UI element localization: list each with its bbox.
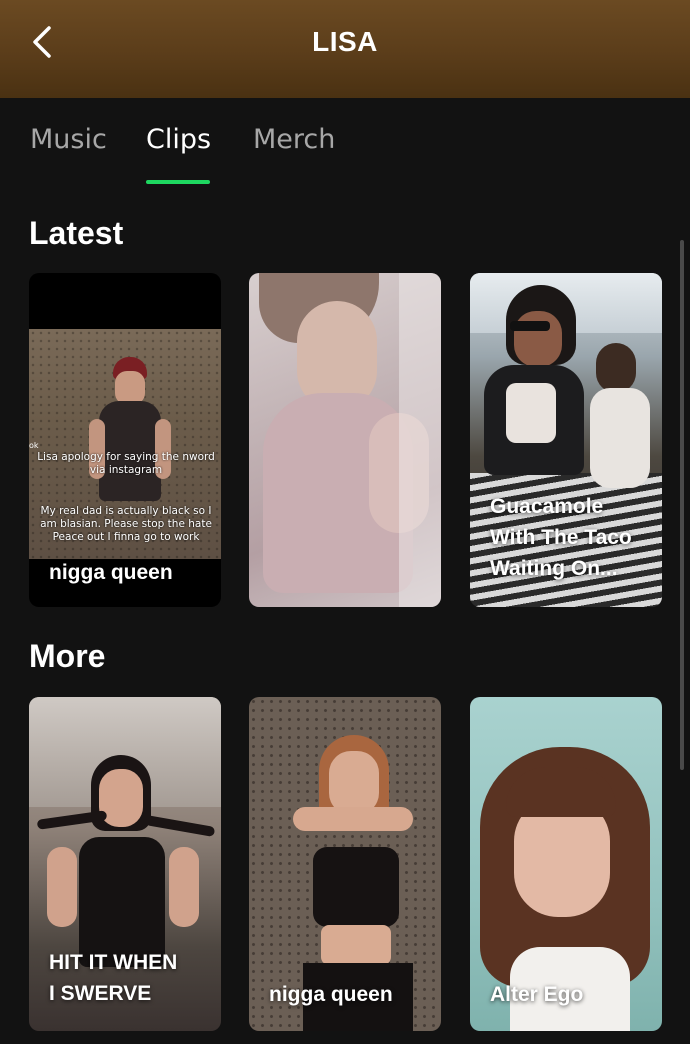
clip-overlay-caption: Lisa apology for saying the nword via in… bbox=[37, 451, 215, 476]
clip-card[interactable]: Guacamole With The Taco Waiting On... bbox=[470, 273, 662, 607]
artist-clips-page: LISA Music Clips Merch Latest Lisa apolo… bbox=[0, 0, 690, 1044]
tab-bar: Music Clips Merch bbox=[0, 98, 690, 198]
clip-thumbnail: Lisa apology for saying the nword via in… bbox=[29, 329, 221, 559]
clip-title: nigga queen bbox=[269, 983, 393, 1006]
clip-card[interactable]: nigga queen bbox=[249, 697, 441, 1031]
clip-card[interactable]: Lisa apology for saying the nword via in… bbox=[29, 273, 221, 607]
active-tab-indicator bbox=[146, 180, 210, 184]
clip-title: Alter Ego bbox=[490, 983, 584, 1006]
clip-overlay-corner-text: ok bbox=[29, 441, 39, 450]
tab-music[interactable]: Music bbox=[30, 124, 107, 155]
clip-title: nigga queen bbox=[49, 561, 173, 584]
tab-clips[interactable]: Clips bbox=[146, 124, 211, 155]
scrollbar[interactable] bbox=[680, 240, 684, 770]
clip-card[interactable]: Alter Ego bbox=[470, 697, 662, 1031]
clip-card[interactable]: HIT IT WHEN I SWERVE bbox=[29, 697, 221, 1031]
clip-card[interactable] bbox=[249, 273, 441, 607]
section-title-more: More bbox=[29, 638, 106, 674]
section-title-latest: Latest bbox=[29, 215, 124, 251]
clip-overlay-caption: My real dad is actually black so I am bl… bbox=[40, 505, 212, 543]
header: LISA bbox=[0, 0, 690, 98]
tab-merch[interactable]: Merch bbox=[253, 124, 335, 155]
clip-title: HIT IT WHEN I SWERVE bbox=[49, 951, 178, 1005]
page-title: LISA bbox=[312, 26, 378, 57]
clip-title: Guacamole With The Taco Waiting On... bbox=[490, 495, 632, 580]
